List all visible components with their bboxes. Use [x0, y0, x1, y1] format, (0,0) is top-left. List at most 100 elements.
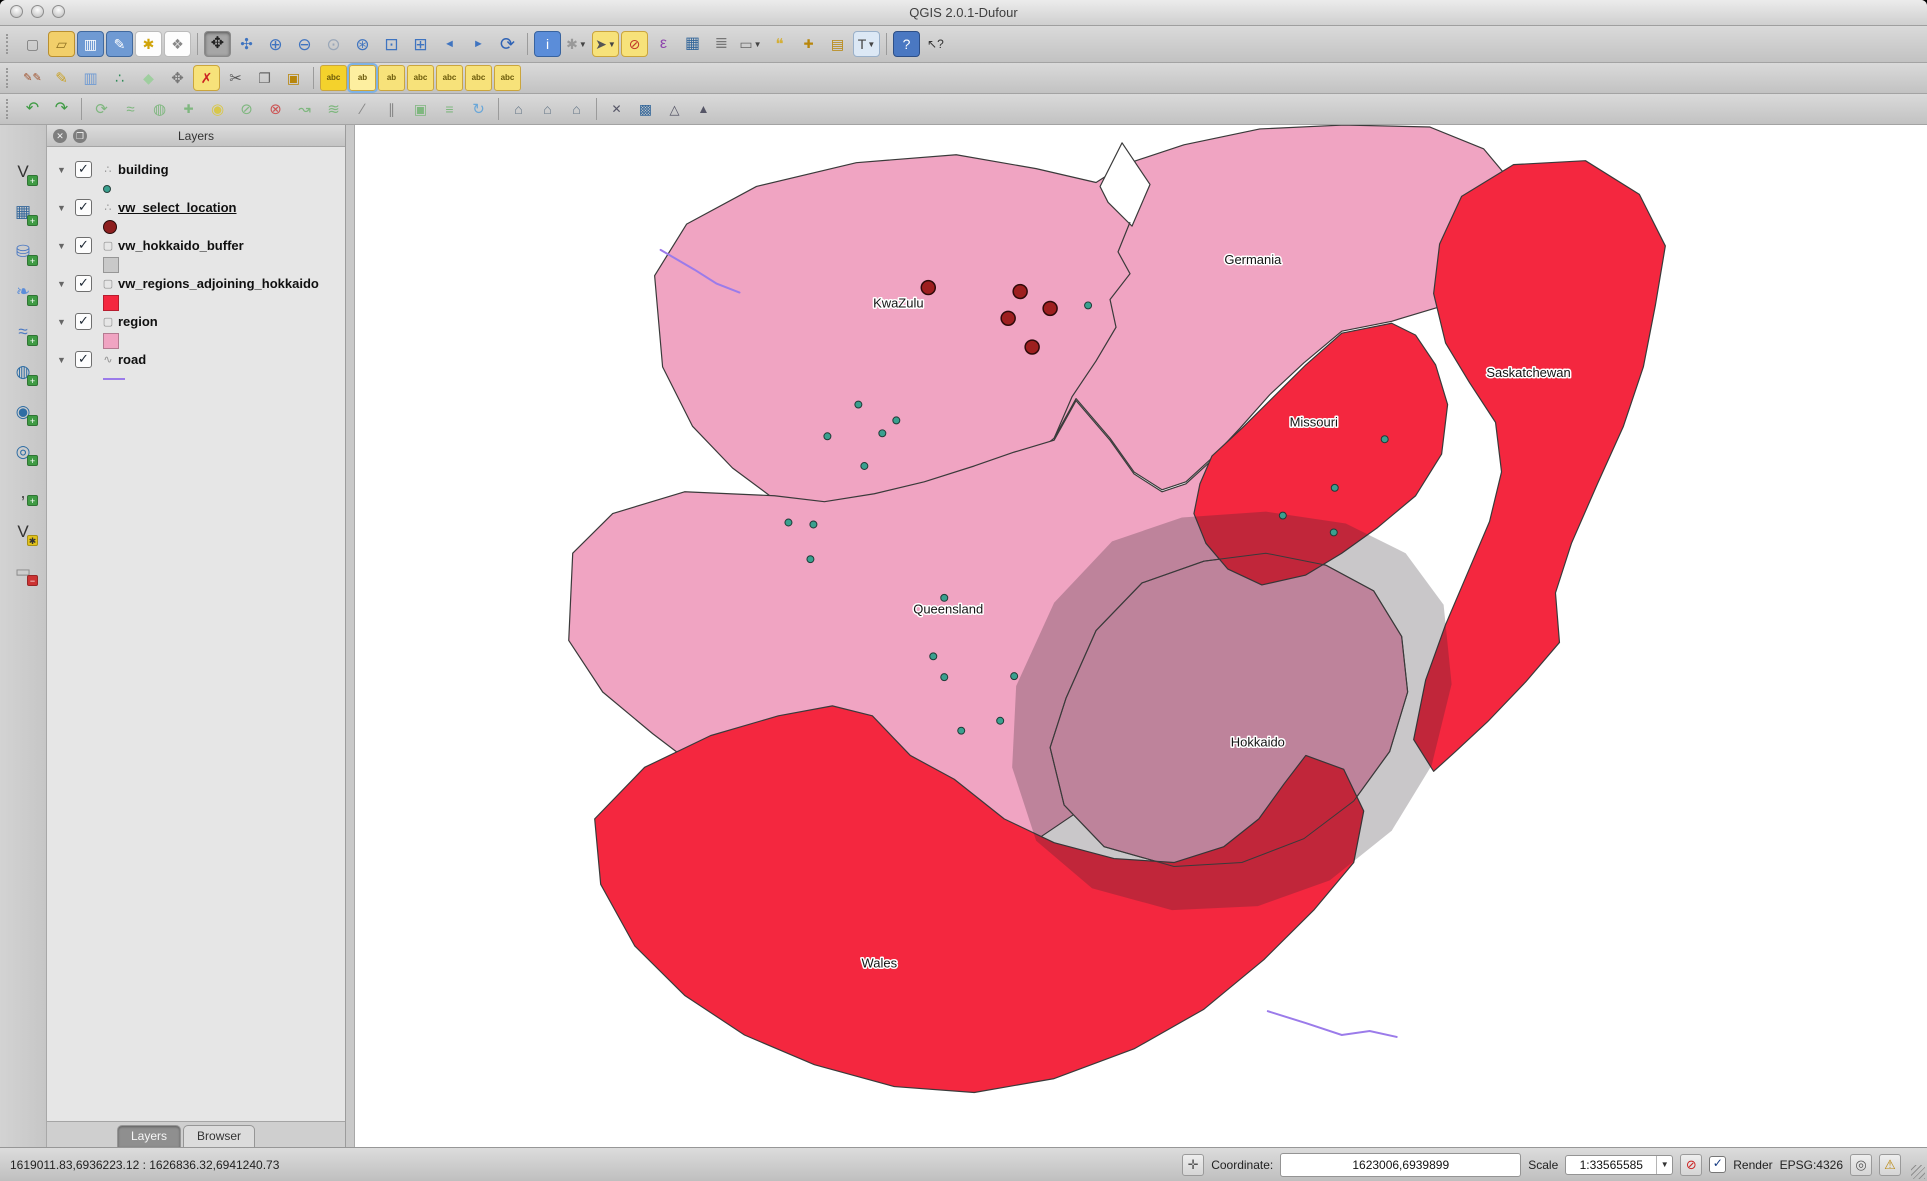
add-spatialite-layer-button[interactable]: ❧+ [8, 277, 38, 307]
select-by-expression-button[interactable]: ε [650, 31, 677, 57]
layer-visibility-checkbox[interactable]: ✓ [75, 237, 92, 254]
layer-item-building[interactable]: ▼✓∴building [47, 159, 345, 180]
refresh-map-button[interactable]: ⟳ [494, 31, 521, 57]
zoom-actual-size-button[interactable]: ⊙ [320, 31, 347, 57]
zoom-to-layer-button[interactable]: ⊞ [407, 31, 434, 57]
map-canvas[interactable]: KwaZuluGermaniaSaskatchewanMissouriQueen… [355, 125, 1927, 1147]
layer-expand-caret[interactable]: ▼ [57, 165, 71, 175]
layer-expand-caret[interactable]: ▼ [57, 241, 71, 251]
delete-part-button[interactable]: ⊗ [262, 96, 289, 122]
float-panel-button[interactable]: ❐ [73, 129, 87, 143]
log-messages-button[interactable]: ⚠ [1879, 1154, 1901, 1176]
remove-layer-button[interactable]: ▭− [8, 557, 38, 587]
coordinate-input[interactable] [1280, 1153, 1521, 1177]
layer-item-road[interactable]: ▼✓∿road [47, 349, 345, 370]
zoom-out-button[interactable]: ⊖ [291, 31, 318, 57]
simplify-feature-button[interactable]: ≈ [117, 96, 144, 122]
split-parts-button[interactable]: ∥ [378, 96, 405, 122]
composer-manager-button[interactable]: ❖ [164, 31, 191, 57]
text-annotation-dropdown-icon[interactable]: ▼ [867, 40, 875, 49]
layer-expand-caret[interactable]: ▼ [57, 317, 71, 327]
scale-combo[interactable]: 1:33565585 ▼ [1565, 1155, 1673, 1175]
rotate-label-button[interactable]: abc [436, 65, 463, 91]
close-panel-button[interactable]: ✕ [53, 129, 67, 143]
crs-status-button[interactable]: ◎ [1850, 1154, 1872, 1176]
layer-expand-caret[interactable]: ▼ [57, 203, 71, 213]
select-features-button[interactable]: ➤▼ [592, 31, 619, 57]
highlight-pinned-labels-button[interactable]: ab [378, 65, 405, 91]
node-tool-button[interactable]: ✕ [603, 96, 630, 122]
add-delimited-text-layer-button[interactable]: ,+ [8, 477, 38, 507]
redo-button[interactable]: ↷ [48, 96, 75, 122]
measure-line-button[interactable]: ▭▼ [737, 31, 764, 57]
map-tips-button[interactable]: ❝ [766, 31, 793, 57]
add-polygon-feature-button[interactable]: ◆ [135, 65, 162, 91]
save-project-as-button[interactable]: ✎ [106, 31, 133, 57]
raster-calculator-button[interactable]: ▩ [632, 96, 659, 122]
stop-rendering-button[interactable]: ⊘ [1680, 1154, 1702, 1176]
fill-ring-button[interactable]: ◉ [204, 96, 231, 122]
new-print-composer-button[interactable]: ✱ [135, 31, 162, 57]
pan-to-selection-button[interactable]: ✣ [233, 31, 260, 57]
show-bookmarks-button[interactable]: ▤ [824, 31, 851, 57]
toolbar-handle[interactable] [6, 68, 14, 88]
layer-visibility-checkbox[interactable]: ✓ [75, 313, 92, 330]
window-resize-grip[interactable] [1911, 1165, 1925, 1179]
paste-features-button[interactable]: ▣ [280, 65, 307, 91]
pin-unpin-labels-button[interactable]: ab [349, 65, 376, 91]
add-oracle-layer-button[interactable]: ◍+ [8, 357, 38, 387]
add-vector-layer-button[interactable]: V+ [8, 157, 38, 187]
new-project-button[interactable]: ▢ [19, 31, 46, 57]
add-feature-button[interactable]: ∴ [106, 65, 133, 91]
zoom-last-button[interactable]: ◄ [436, 31, 463, 57]
minimize-window-button[interactable] [31, 5, 44, 18]
add-part-button[interactable]: ✚ [175, 96, 202, 122]
open-attribute-table-button[interactable]: ▦ [679, 31, 706, 57]
undo-button[interactable]: ↶ [19, 96, 46, 122]
rotate-point-symbols-button[interactable]: ↻ [465, 96, 492, 122]
field-calculator-button[interactable]: ≣ [708, 31, 735, 57]
layer-item-vw_select_location[interactable]: ▼✓∴vw_select_location [47, 197, 345, 218]
change-label-button[interactable]: abc [465, 65, 492, 91]
deselect-features-button[interactable]: ⊘ [621, 31, 648, 57]
move-label-button[interactable]: abc [407, 65, 434, 91]
delete-ring-button[interactable]: ⊘ [233, 96, 260, 122]
rotate-feature-button[interactable]: ⟳ [88, 96, 115, 122]
layer-visibility-checkbox[interactable]: ✓ [75, 351, 92, 368]
zoom-next-button[interactable]: ► [465, 31, 492, 57]
zoom-in-button[interactable]: ⊕ [262, 31, 289, 57]
render-checkbox[interactable]: ✓ [1709, 1156, 1726, 1173]
help-contents-button[interactable]: ? [893, 31, 920, 57]
split-features-button[interactable]: ∕ [349, 96, 376, 122]
layer-visibility-checkbox[interactable]: ✓ [75, 275, 92, 292]
tab-browser[interactable]: Browser [183, 1125, 255, 1147]
add-wfs-layer-button[interactable]: ◎+ [8, 437, 38, 467]
whats-this-button[interactable]: ↖? [922, 31, 949, 57]
zoom-full-extent-button[interactable]: ⊛ [349, 31, 376, 57]
close-window-button[interactable] [10, 5, 23, 18]
measure-line-dropdown-icon[interactable]: ▼ [754, 40, 762, 49]
check-geometries-button[interactable]: △ [661, 96, 688, 122]
layer-item-region[interactable]: ▼✓▢region [47, 311, 345, 332]
run-feature-action-button[interactable]: ✱▼ [563, 31, 590, 57]
run-feature-action-dropdown-icon[interactable]: ▼ [579, 40, 587, 49]
merge-attributes-button[interactable]: ≡ [436, 96, 463, 122]
new-shapefile-layer-button[interactable]: V✱ [8, 517, 38, 547]
panel-splitter[interactable] [346, 125, 355, 1147]
add-mssql-layer-button[interactable]: ≈+ [8, 317, 38, 347]
add-raster-layer-button[interactable]: ▦+ [8, 197, 38, 227]
layer-item-vw_regions_adjoining_hokkaido[interactable]: ▼✓▢vw_regions_adjoining_hokkaido [47, 273, 345, 294]
toolbar-handle[interactable] [6, 34, 14, 54]
coordinate-extents-toggle-button[interactable]: ✛ [1182, 1154, 1204, 1176]
current-edits-button[interactable]: ✎✎ [19, 65, 46, 91]
add-postgis-layer-button[interactable]: ⛁+ [8, 237, 38, 267]
reshape-features-button[interactable]: ↝ [291, 96, 318, 122]
open-project-button[interactable]: ▱ [48, 31, 75, 57]
layer-labeling-options-button[interactable]: abc [320, 65, 347, 91]
merge-features-button[interactable]: ▣ [407, 96, 434, 122]
label-properties-button[interactable]: abc [494, 65, 521, 91]
scale-dropdown-icon[interactable]: ▼ [1656, 1156, 1672, 1174]
osm-export-button[interactable]: ⌂ [563, 96, 590, 122]
pan-map-button[interactable]: ✥ [204, 31, 231, 57]
osm-download-button[interactable]: ⌂ [505, 96, 532, 122]
